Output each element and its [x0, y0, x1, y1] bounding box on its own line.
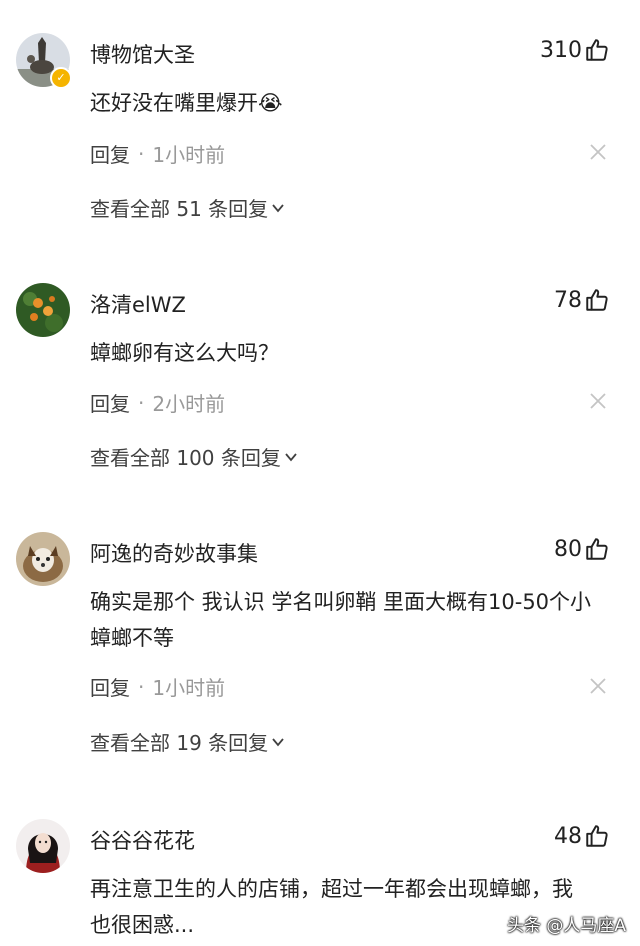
reply-button[interactable]: 回复 — [90, 388, 130, 417]
avatar[interactable] — [16, 283, 70, 337]
view-all-replies-button[interactable]: 查看全部 100 条回复 — [90, 442, 299, 471]
thumbs-up-icon — [586, 289, 608, 311]
avatar[interactable] — [16, 532, 70, 586]
close-icon[interactable] — [589, 392, 607, 410]
like-button[interactable]: 78 — [554, 287, 610, 313]
comment-time: 2小时前 — [152, 392, 226, 416]
thumbs-up-icon — [586, 538, 608, 560]
like-count: 310 — [540, 37, 582, 63]
like-count: 80 — [554, 536, 582, 562]
avatar[interactable] — [16, 819, 70, 873]
like-count: 48 — [554, 823, 582, 849]
close-icon[interactable] — [589, 143, 607, 161]
verified-badge-icon: ✓ — [50, 67, 72, 89]
comment-meta: 回复 · 1小时前 — [90, 139, 225, 168]
comment-meta: 回复 · 2小时前 — [90, 388, 225, 417]
view-all-replies-button[interactable]: 查看全部 51 条回复 — [90, 193, 286, 222]
watermark: 头条 @人马座A — [506, 916, 626, 936]
comment-text: 还好没在嘴里爆开😭 — [90, 91, 283, 115]
meta-separator: · — [138, 674, 145, 699]
username[interactable]: 博物馆大圣 — [90, 39, 195, 69]
view-all-replies-label: 查看全部 19 条回复 — [90, 731, 269, 755]
username[interactable]: 阿逸的奇妙故事集 — [90, 538, 258, 568]
like-button[interactable]: 48 — [554, 823, 610, 849]
reply-button[interactable]: 回复 — [90, 672, 130, 701]
comment-time: 1小时前 — [152, 676, 226, 700]
thumbs-up-icon — [586, 39, 608, 61]
username[interactable]: 洛清elWZ — [90, 289, 186, 319]
comment-text: 确实是那个 我认识 学名叫卵鞘 里面大概有10-50个小蟑螂不等 — [90, 590, 592, 650]
view-all-replies-label: 查看全部 51 条回复 — [90, 197, 269, 221]
view-all-replies-label: 查看全部 100 条回复 — [90, 446, 281, 470]
like-button[interactable]: 310 — [540, 37, 610, 63]
reply-button[interactable]: 回复 — [90, 139, 130, 168]
meta-separator: · — [138, 390, 145, 415]
chevron-down-icon — [285, 452, 297, 461]
view-all-replies-button[interactable]: 查看全部 19 条回复 — [90, 727, 286, 756]
chevron-down-icon — [272, 737, 284, 746]
comment-text: 蟑螂卵有这么大吗？ — [90, 341, 279, 365]
comment-meta: 回复 · 1小时前 — [90, 672, 225, 701]
thumbs-up-icon — [586, 825, 608, 847]
comment-time: 1小时前 — [152, 143, 226, 167]
username[interactable]: 谷谷谷花花 — [90, 825, 195, 855]
close-icon[interactable] — [589, 677, 607, 695]
like-count: 78 — [554, 287, 582, 313]
like-button[interactable]: 80 — [554, 536, 610, 562]
meta-separator: · — [138, 141, 145, 166]
chevron-down-icon — [272, 203, 284, 212]
